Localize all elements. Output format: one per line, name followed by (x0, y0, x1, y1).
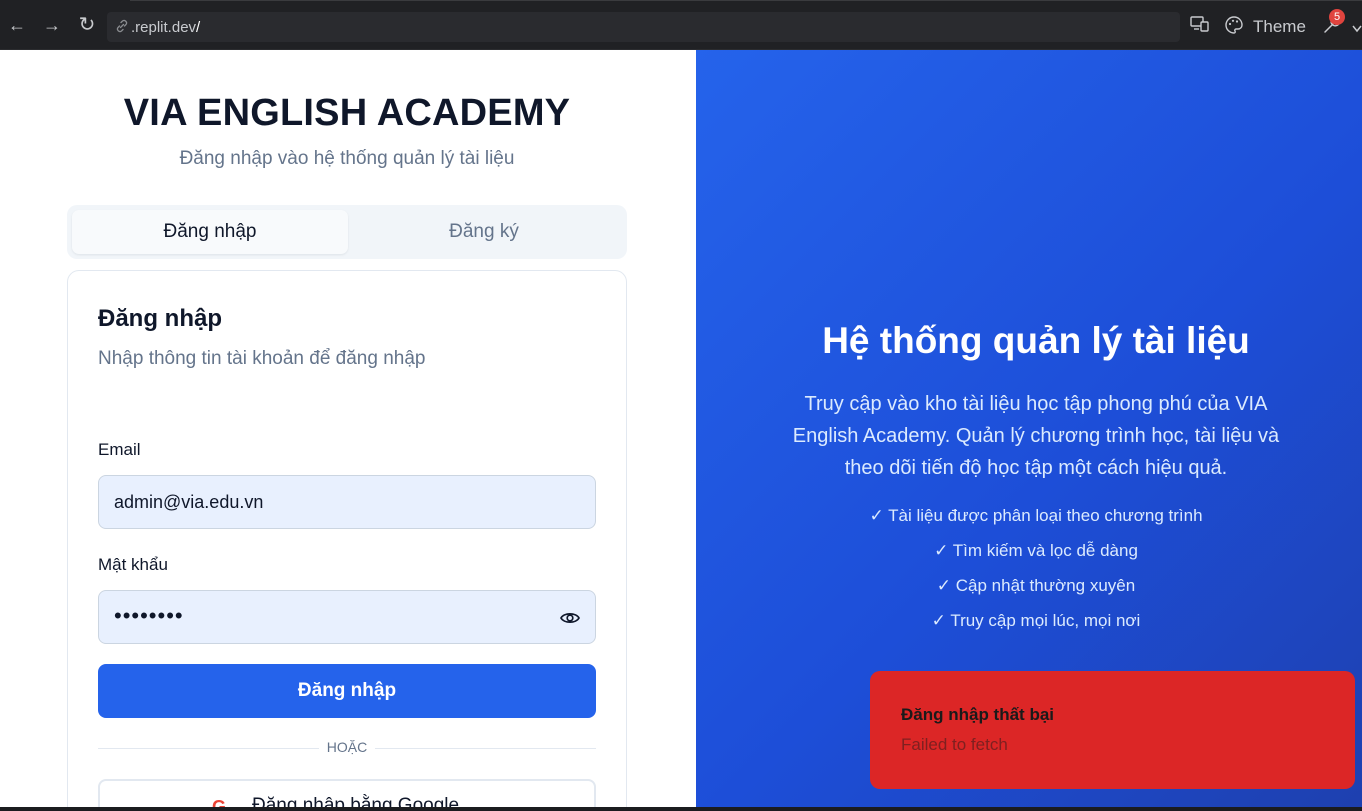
toast-message: Failed to fetch (901, 735, 1008, 754)
window-bottom-edge (0, 807, 1362, 811)
chevron-down-icon[interactable] (1352, 20, 1362, 38)
password-value: •••••••• (114, 603, 184, 628)
hero-description: Truy cập vào kho tài liệu học tập phong … (792, 393, 1280, 479)
password-field[interactable]: •••••••• (98, 590, 596, 644)
theme-label[interactable]: Theme (1253, 17, 1306, 37)
login-panel: VIA ENGLISH ACADEMY Đăng nhập vào hệ thố… (0, 50, 696, 811)
hero-title: Hệ thống quản lý tài liệu (822, 320, 1250, 361)
devices-icon[interactable] (1190, 15, 1210, 38)
browser-toolbar: ← → ↻ .replit.dev/ Theme 5 (0, 0, 1362, 50)
palette-icon[interactable] (1224, 15, 1244, 40)
or-label: HOẶC (318, 739, 376, 755)
feature-item: ✓ Cập nhật thường xuyên (936, 576, 1136, 595)
email-label: Email (98, 440, 141, 459)
url-path: / (196, 19, 201, 36)
email-value: admin@via.edu.vn (114, 492, 264, 512)
error-toast[interactable]: Đăng nhập thất bại Failed to fetch (870, 671, 1355, 789)
or-separator: HOẶC (68, 739, 626, 755)
address-bar[interactable]: .replit.dev/ (107, 12, 1180, 42)
eye-icon[interactable] (559, 607, 581, 629)
feature-item: ✓ Tài liệu được phân loại theo chương tr… (869, 506, 1203, 525)
tab-register[interactable]: Đăng ký (346, 210, 622, 254)
password-label: Mật khẩu (98, 555, 168, 574)
card-title: Đăng nhập (98, 305, 222, 332)
feature-item: ✓ Truy cập mọi lúc, mọi nơi (931, 611, 1141, 630)
notification-badge: 5 (1329, 9, 1345, 25)
login-submit-button[interactable]: Đăng nhập (98, 664, 596, 718)
brand-title: VIA ENGLISH ACADEMY (123, 92, 571, 134)
url-text: .replit.dev/ (131, 19, 200, 36)
auth-tabs: Đăng nhập Đăng ký (67, 205, 627, 259)
forward-icon[interactable]: → (41, 14, 63, 36)
email-field[interactable]: admin@via.edu.vn (98, 475, 596, 529)
brand-subtitle: Đăng nhập vào hệ thống quản lý tài liệu (179, 148, 515, 169)
link-icon (115, 19, 129, 33)
back-icon[interactable]: ← (6, 14, 28, 36)
toast-title: Đăng nhập thất bại (901, 705, 1054, 724)
url-host: .replit.dev (131, 19, 197, 36)
feature-list: ✓ Tài liệu được phân loại theo chương tr… (696, 504, 1362, 644)
feature-item: ✓ Tìm kiếm và lọc dễ dàng (934, 541, 1138, 560)
card-description: Nhập thông tin tài khoản để đăng nhập (98, 348, 426, 369)
tab-login[interactable]: Đăng nhập (72, 210, 348, 254)
login-card: Đăng nhập Nhập thông tin tài khoản để đă… (67, 270, 627, 811)
reload-icon[interactable]: ↻ (76, 14, 98, 36)
tab-strip-edge (130, 0, 1362, 4)
